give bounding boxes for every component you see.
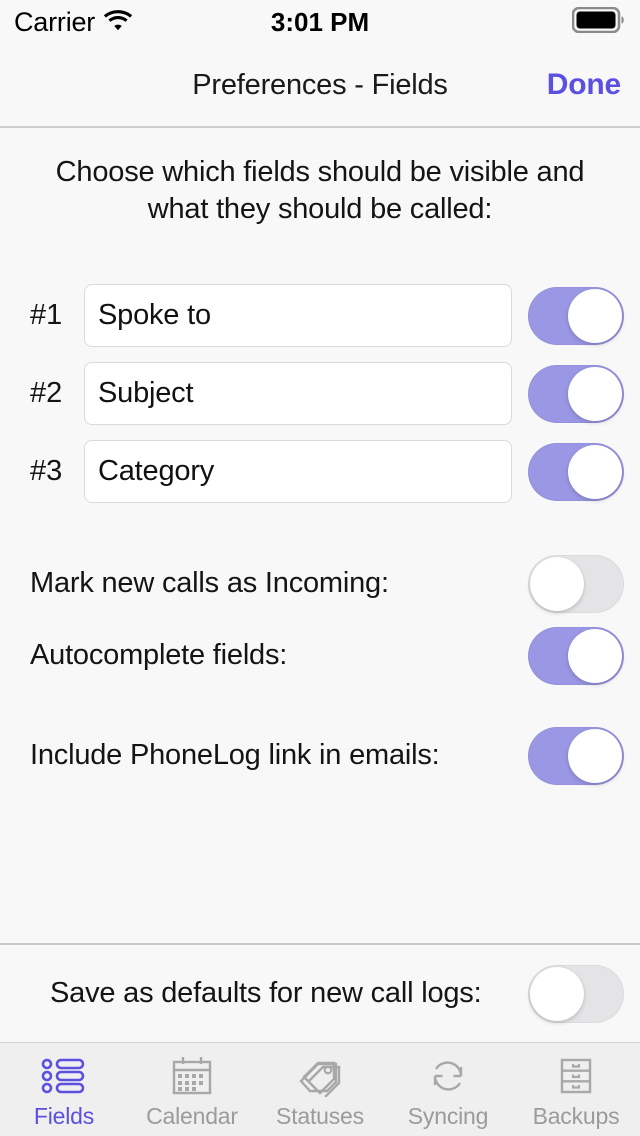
status-bar: Carrier 3:01 PM (0, 0, 640, 44)
save-defaults-toggle[interactable] (528, 965, 624, 1023)
field-row: #2 (0, 355, 640, 433)
tags-icon (296, 1053, 344, 1099)
tab-label: Calendar (146, 1103, 238, 1130)
toggle-knob (568, 289, 622, 343)
instructions-text: Choose which fields should be visible an… (0, 128, 640, 228)
tab-fields[interactable]: Fields (0, 1043, 128, 1136)
status-bar-right (572, 0, 626, 44)
field-number-label: #2 (30, 377, 84, 410)
field-number-label: #3 (30, 455, 84, 488)
autocomplete-toggle[interactable] (528, 627, 624, 685)
bulleted-list-icon (41, 1053, 87, 1099)
battery-full-icon (572, 7, 626, 38)
tab-bar: Fields (0, 1042, 640, 1136)
toggle-knob (568, 367, 622, 421)
field-visibility-toggle[interactable] (528, 365, 624, 423)
tab-label: Statuses (276, 1103, 364, 1130)
option-row-incoming: Mark new calls as Incoming: (0, 548, 640, 620)
field-visibility-toggle[interactable] (528, 443, 624, 501)
tab-statuses[interactable]: Statuses (256, 1043, 384, 1136)
tab-syncing[interactable]: Syncing (384, 1043, 512, 1136)
tab-calendar[interactable]: Calendar (128, 1043, 256, 1136)
preferences-content: Choose which fields should be visible an… (0, 128, 640, 943)
field-name-input[interactable] (84, 362, 512, 425)
tab-label: Syncing (408, 1103, 488, 1130)
clock-label: 3:01 PM (0, 7, 640, 38)
option-label: Mark new calls as Incoming: (30, 567, 528, 600)
navigation-bar: Preferences - Fields Done (0, 44, 640, 128)
save-defaults-section: Save as defaults for new call logs: (0, 943, 640, 1042)
option-label: Autocomplete fields: (30, 639, 528, 672)
mark-incoming-toggle[interactable] (528, 555, 624, 613)
option-row-autocomplete: Autocomplete fields: (0, 620, 640, 692)
done-button[interactable]: Done (547, 68, 621, 102)
field-name-input[interactable] (84, 440, 512, 503)
field-row: #1 (0, 277, 640, 355)
toggle-knob (530, 557, 584, 611)
option-label: Include PhoneLog link in emails: (30, 739, 528, 772)
app-screen: Carrier 3:01 PM Preferences - Fields (0, 0, 640, 1136)
refresh-sync-icon (425, 1053, 471, 1099)
toggle-knob (530, 967, 584, 1021)
option-list: Mark new calls as Incoming: Autocomplete… (0, 548, 640, 792)
tab-label: Fields (34, 1103, 94, 1130)
tab-backups[interactable]: Backups (512, 1043, 640, 1136)
field-list: #1 #2 #3 (0, 277, 640, 511)
option-row-phonelog-link: Include PhoneLog link in emails: (0, 720, 640, 792)
file-cabinet-icon (554, 1053, 598, 1099)
field-number-label: #1 (30, 299, 84, 332)
save-defaults-label: Save as defaults for new call logs: (50, 977, 528, 1010)
toggle-knob (568, 445, 622, 499)
tab-label: Backups (533, 1103, 620, 1130)
field-row: #3 (0, 433, 640, 511)
phonelog-link-toggle[interactable] (528, 727, 624, 785)
field-name-input[interactable] (84, 284, 512, 347)
page-title: Preferences - Fields (0, 69, 640, 102)
calendar-icon (169, 1053, 215, 1099)
field-visibility-toggle[interactable] (528, 287, 624, 345)
toggle-knob (568, 629, 622, 683)
toggle-knob (568, 729, 622, 783)
